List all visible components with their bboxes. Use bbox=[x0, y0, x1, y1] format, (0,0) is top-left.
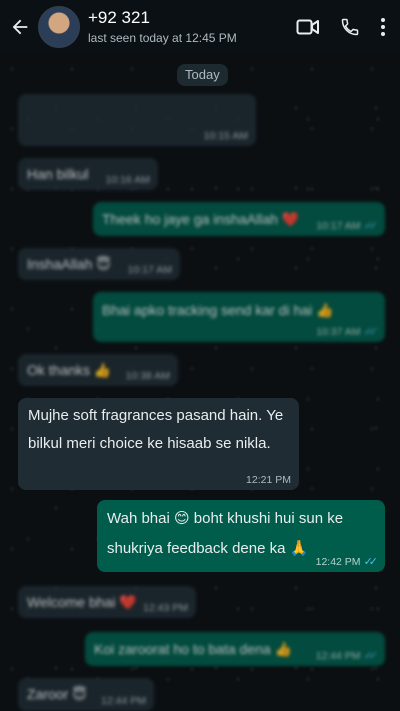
date-chip: Today bbox=[177, 64, 228, 86]
read-ticks-icon: ✓✓ bbox=[363, 556, 379, 568]
message-bubble-incoming[interactable]: InshaAllah 😇 10:17 AM bbox=[18, 248, 180, 280]
message-time: 10:17 AM bbox=[316, 220, 361, 232]
message-bubble-incoming[interactable]: Han bilkul 10:16 AM bbox=[18, 158, 158, 190]
message-text: Bhai apko tracking send kar di hai 👍 bbox=[102, 302, 334, 318]
avatar[interactable] bbox=[38, 6, 80, 48]
message-bubble-incoming[interactable]: 10:15 AM bbox=[18, 94, 256, 146]
message-bubble-outgoing[interactable]: Bhai apko tracking send kar di hai 👍 10:… bbox=[93, 292, 385, 342]
last-seen-status: last seen today at 12:45 PM bbox=[88, 31, 237, 45]
read-ticks-icon: ✓✓ bbox=[363, 326, 379, 338]
contact-info[interactable]: +92 321 last seen today at 12:45 PM bbox=[88, 8, 296, 46]
message-bubble-incoming[interactable]: Zaroor 😇 12:44 PM bbox=[18, 678, 154, 711]
more-vert-icon[interactable] bbox=[380, 17, 386, 37]
message-text: Mujhe soft fragrances pasand hain. Ye bi… bbox=[28, 407, 284, 452]
message-bubble-outgoing[interactable]: Wah bhai 😊 boht khushi hui sun ke shukri… bbox=[97, 500, 385, 572]
message-list[interactable]: Today 10:15 AM Han bilkul 10:16 AM Theek… bbox=[0, 54, 400, 711]
message-bubble-incoming[interactable]: Ok thanks 👍 10:38 AM bbox=[18, 354, 178, 386]
message-time: 12:43 PM bbox=[143, 602, 188, 614]
video-call-icon[interactable] bbox=[296, 17, 320, 37]
message-time: 10:37 AM bbox=[316, 326, 361, 338]
message-time: 10:15 AM bbox=[203, 130, 248, 142]
message-time: 12:21 PM bbox=[246, 474, 291, 486]
read-ticks-icon: ✓✓ bbox=[363, 650, 379, 662]
contact-name: +92 321 bbox=[88, 8, 150, 27]
message-text: Wah bhai 😊 boht khushi hui sun ke shukri… bbox=[107, 510, 344, 557]
message-time: 12:44 PM bbox=[315, 650, 361, 662]
message-bubble-outgoing[interactable]: Koi zaroorat ho to bata dena 👍 12:44 PM ✓… bbox=[85, 632, 385, 666]
message-time: 10:16 AM bbox=[105, 174, 150, 186]
phone-icon[interactable] bbox=[340, 17, 360, 37]
message-bubble-outgoing[interactable]: Theek ho jaye ga inshaAllah ❤️ 10:17 AM ✓… bbox=[93, 202, 385, 236]
message-bubble-incoming[interactable]: Mujhe soft fragrances pasand hain. Ye bi… bbox=[18, 398, 299, 490]
message-time: 10:38 AM bbox=[125, 370, 170, 382]
message-bubble-incoming[interactable]: Welcome bhai ❤️ 12:43 PM bbox=[18, 586, 196, 618]
message-time: 12:42 PM bbox=[315, 556, 361, 568]
message-time: 12:44 PM bbox=[101, 695, 146, 707]
read-ticks-icon: ✓✓ bbox=[363, 220, 379, 232]
back-arrow-icon[interactable] bbox=[2, 0, 38, 54]
chat-header: +92 321 last seen today at 12:45 PM bbox=[0, 0, 400, 54]
message-time: 10:17 AM bbox=[127, 264, 172, 276]
